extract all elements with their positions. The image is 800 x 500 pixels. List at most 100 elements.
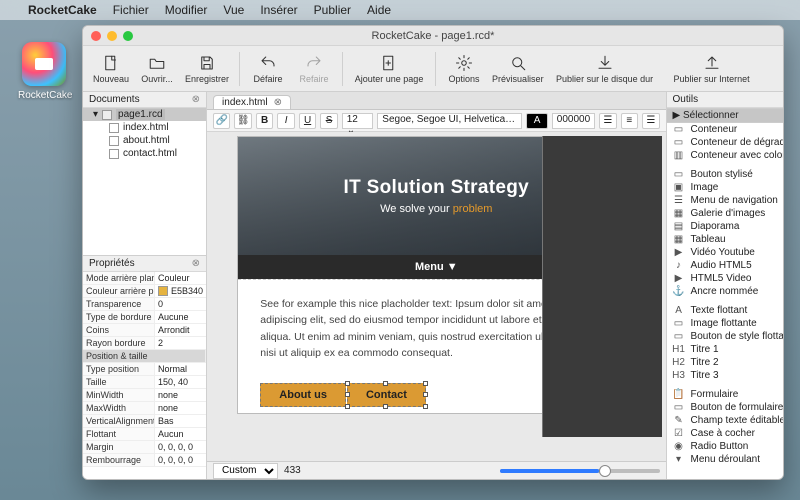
slider-thumb[interactable] bbox=[599, 465, 611, 477]
property-row[interactable]: FlottantAucun bbox=[83, 428, 206, 441]
publish-local-button[interactable]: Publier sur le disque dur bbox=[550, 48, 660, 90]
font-family-select[interactable]: Segoe, Segoe UI, Helvetica Neue ⌄ bbox=[377, 113, 522, 129]
about-button[interactable]: About us bbox=[260, 383, 346, 407]
property-row[interactable]: Type positionNormal bbox=[83, 363, 206, 376]
doc-item[interactable]: index.html bbox=[83, 121, 206, 134]
doc-item[interactable]: contact.html bbox=[83, 147, 206, 160]
menu-aide[interactable]: Aide bbox=[367, 3, 391, 17]
text-color-button[interactable]: A bbox=[526, 113, 547, 129]
prop-value[interactable]: 0, 0, 0, 0 bbox=[155, 441, 206, 453]
property-row[interactable]: MaxWidthnone bbox=[83, 402, 206, 415]
tool-item[interactable]: ▭Bouton stylisé bbox=[667, 168, 783, 181]
color-hex-field[interactable]: 000000 bbox=[552, 113, 595, 129]
zoom-icon[interactable] bbox=[123, 31, 133, 41]
menu-inserer[interactable]: Insérer bbox=[260, 3, 297, 17]
tool-item[interactable]: ▾Menu déroulant bbox=[667, 453, 783, 466]
options-button[interactable]: Options bbox=[442, 48, 486, 90]
resize-handle[interactable] bbox=[345, 392, 350, 397]
app-name[interactable]: RocketCake bbox=[28, 3, 97, 17]
property-row[interactable]: Margin0, 0, 0, 0 bbox=[83, 441, 206, 454]
contact-button[interactable]: Contact bbox=[347, 383, 426, 407]
desktop-app-icon[interactable]: RocketCake bbox=[18, 42, 70, 101]
menu-modifier[interactable]: Modifier bbox=[165, 3, 208, 17]
tool-item[interactable]: ☑Case à cocher bbox=[667, 427, 783, 440]
tool-item[interactable]: ♪Audio HTML5 bbox=[667, 259, 783, 272]
tool-item[interactable]: 📋Formulaire bbox=[667, 388, 783, 401]
tool-select[interactable]: ▶ Sélectionner bbox=[667, 108, 783, 123]
resize-handle[interactable] bbox=[423, 381, 428, 386]
prop-value[interactable]: E5B340 bbox=[155, 285, 206, 297]
close-icon[interactable] bbox=[91, 31, 101, 41]
tool-item[interactable]: ◉Radio Button bbox=[667, 440, 783, 453]
unlink-button[interactable]: ⛓ bbox=[234, 113, 251, 129]
underline-button[interactable]: U bbox=[299, 113, 316, 129]
bold-button[interactable]: B bbox=[256, 113, 273, 129]
prop-value[interactable]: 0 bbox=[155, 298, 206, 310]
property-row[interactable]: VerticalAlignmentBas bbox=[83, 415, 206, 428]
menu-fichier[interactable]: Fichier bbox=[113, 3, 149, 17]
menu-vue[interactable]: Vue bbox=[223, 3, 244, 17]
property-row[interactable]: Couleur arrière planE5B340 bbox=[83, 285, 206, 298]
documents-tree[interactable]: ▾page1.rcd index.html about.html contact… bbox=[83, 108, 206, 256]
align-button[interactable]: ☰ bbox=[642, 113, 659, 129]
tool-item[interactable]: ▶Vidéo Youtube bbox=[667, 246, 783, 259]
prop-value[interactable]: Aucune bbox=[155, 311, 206, 323]
page-canvas[interactable]: IT Solution Strategy We solve your probl… bbox=[207, 132, 666, 461]
tool-item[interactable]: ▤Diaporama bbox=[667, 220, 783, 233]
prop-value[interactable]: 2 bbox=[155, 337, 206, 349]
tool-item[interactable]: ▭Conteneur de dégradé bbox=[667, 136, 783, 149]
tools-list[interactable]: ▭Conteneur▭Conteneur de dégradé▥Conteneu… bbox=[667, 123, 783, 479]
doc-item[interactable]: about.html bbox=[83, 134, 206, 147]
tool-item[interactable]: ▭Bouton de formulaire bbox=[667, 401, 783, 414]
tool-item[interactable]: H1Titre 1 bbox=[667, 343, 783, 356]
prop-value[interactable]: none bbox=[155, 389, 206, 401]
italic-button[interactable]: I bbox=[277, 113, 294, 129]
property-row[interactable]: CoinsArrondit bbox=[83, 324, 206, 337]
redo-button[interactable]: Refaire bbox=[292, 48, 336, 90]
close-panel-icon[interactable]: ⊗ bbox=[192, 258, 200, 269]
tool-item[interactable]: H2Titre 2 bbox=[667, 356, 783, 369]
prop-value[interactable]: Aucun bbox=[155, 428, 206, 440]
strike-button[interactable]: S bbox=[320, 113, 337, 129]
prop-value[interactable]: Normal bbox=[155, 363, 206, 375]
resize-handle[interactable] bbox=[423, 404, 428, 409]
properties-grid[interactable]: Mode arrière planCouleurCouleur arrière … bbox=[83, 272, 206, 479]
tool-item[interactable]: ▶HTML5 Video bbox=[667, 272, 783, 285]
tool-item[interactable]: ▥Conteneur avec colonnes bbox=[667, 149, 783, 162]
tool-item[interactable]: ▦Galerie d'images bbox=[667, 207, 783, 220]
numbered-button[interactable]: ≡ bbox=[621, 113, 638, 129]
resize-handle[interactable] bbox=[345, 404, 350, 409]
tab-index[interactable]: index.html⊗ bbox=[213, 95, 291, 109]
minimize-icon[interactable] bbox=[107, 31, 117, 41]
tool-item[interactable]: ▣Image bbox=[667, 181, 783, 194]
property-row[interactable]: MinWidthnone bbox=[83, 389, 206, 402]
new-button[interactable]: Nouveau bbox=[89, 48, 133, 90]
publish-net-button[interactable]: Publier sur Internet bbox=[662, 48, 762, 90]
prop-value[interactable]: none bbox=[155, 402, 206, 414]
property-row[interactable]: Transparence0 bbox=[83, 298, 206, 311]
tool-item[interactable]: ▭Image flottante bbox=[667, 317, 783, 330]
resize-handle[interactable] bbox=[423, 392, 428, 397]
font-size-select[interactable]: 12 ⌄ bbox=[342, 113, 374, 129]
width-slider[interactable] bbox=[500, 469, 660, 473]
close-panel-icon[interactable]: ⊗ bbox=[192, 94, 200, 105]
prop-value[interactable]: Couleur bbox=[155, 272, 206, 284]
save-button[interactable]: Enregistrer bbox=[181, 48, 233, 90]
property-row[interactable]: Rembourrage0, 0, 0, 0 bbox=[83, 454, 206, 467]
titlebar[interactable]: RocketCake - page1.rcd* bbox=[83, 26, 783, 46]
tool-item[interactable]: ▭Conteneur bbox=[667, 123, 783, 136]
tool-item[interactable]: ☰Menu de navigation bbox=[667, 194, 783, 207]
property-row[interactable]: Type de bordureAucune bbox=[83, 311, 206, 324]
tool-item[interactable]: ⚓Ancre nommée bbox=[667, 285, 783, 298]
prop-value[interactable]: 0, 0, 0, 0 bbox=[155, 454, 206, 466]
property-row[interactable]: Rayon bordure2 bbox=[83, 337, 206, 350]
bullets-button[interactable]: ☰ bbox=[599, 113, 616, 129]
add-page-button[interactable]: Ajouter une page bbox=[349, 48, 429, 90]
tool-item[interactable]: ATexte flottant bbox=[667, 304, 783, 317]
prop-value[interactable]: 150, 40 bbox=[155, 376, 206, 388]
resize-handle[interactable] bbox=[383, 381, 388, 386]
tool-item[interactable]: H3Titre 3 bbox=[667, 369, 783, 382]
open-button[interactable]: Ouvrir... bbox=[135, 48, 179, 90]
property-row[interactable]: Taille150, 40 bbox=[83, 376, 206, 389]
preview-button[interactable]: Prévisualiser bbox=[488, 48, 548, 90]
